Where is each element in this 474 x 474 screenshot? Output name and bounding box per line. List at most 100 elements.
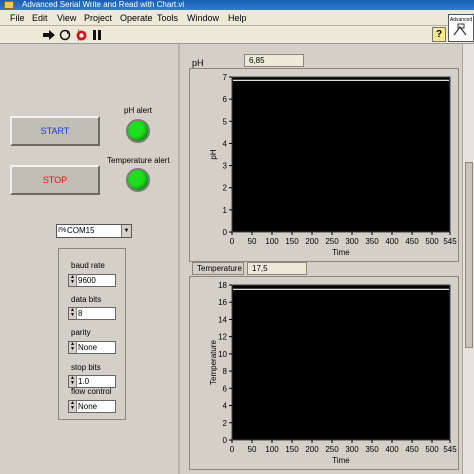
temperature-chart-x-tick-label: 250 [325,445,339,454]
vi-icon-badge: Advanced [448,14,474,42]
temperature-chart-y-tick-label: 2 [223,419,228,428]
temperature-chart-y-tick-label: 10 [218,350,227,359]
spinner-arrows-icon[interactable]: ▲ ▼ [69,376,77,387]
ph-chart-y-tick-label: 0 [223,228,228,237]
stop-bits-value: 1.0 [78,377,90,386]
temperature-chart-label: Temperature [197,264,242,273]
menu-operate[interactable]: Operate [120,12,153,24]
temperature-digital-display: 17,5 [247,262,307,275]
abort-execution-icon[interactable] [74,28,88,42]
menu-help[interactable]: Help [228,12,247,24]
temperature-chart-x-tick-label: 50 [248,445,257,454]
temperature-chart-x-tick-label: 400 [385,445,399,454]
ph-chart-x-tick-label: 500 [425,237,439,246]
vertical-scrollbar[interactable] [462,44,474,474]
context-help-button[interactable]: ? [432,27,446,42]
temperature-chart-plot: 0 2 4 6 8 10 12 14 16 18 0 50 100 150 200 250 300 350 400 4… [209,281,457,465]
ph-chart-y-tick-label: 3 [223,162,228,171]
visa-resource-icon: I% [58,227,67,234]
spinner-arrows-icon[interactable]: ▲ ▼ [69,342,77,353]
spinner-arrows-icon[interactable]: ▲ ▼ [69,275,77,286]
temperature-chart-y-tick-label: 0 [223,436,228,445]
menu-edit[interactable]: Edit [32,12,48,24]
temperature-chart-y-tick-label: 18 [218,281,227,290]
temperature-chart-x-tick-label: 200 [305,445,319,454]
menu-file[interactable]: File [10,12,25,24]
ph-chart-y-tick-label: 5 [223,117,228,126]
scroll-thumb[interactable] [465,162,473,348]
serial-port-value: COM15 [67,226,95,235]
ph-chart-x-tick-label: 450 [405,237,419,246]
baud-rate-input[interactable]: ▲ ▼ 9600 [68,274,116,287]
ph-chart-plot: 0 1 2 3 4 5 6 7 0 50 100 150 200 250 300 350 400 450 500 54… [209,73,457,257]
temperature-chart-y-tick-label: 8 [223,367,228,376]
panel-splitter[interactable] [178,44,180,474]
temperature-chart-y-tick-label: 4 [223,402,228,411]
temperature-label-box: Temperature [192,262,244,275]
ph-chart-y-tick-label: 1 [223,206,228,215]
ph-chart-x-tick-label: 150 [285,237,299,246]
temperature-chart-y-tick-label: 14 [218,315,227,324]
temperature-chart-x-tick-label: 350 [365,445,379,454]
ph-chart-y-tick-label: 6 [223,95,228,104]
serial-port-selector[interactable]: I% COM15 ▼ [56,224,132,238]
data-bits-label: data bits [71,295,102,304]
parity-value: None [78,343,98,352]
temperature-chart-x-tick-label: 545 [443,445,457,454]
toolbar: ? [0,26,474,44]
data-bits-input[interactable]: ▲ ▼ 8 [68,307,116,320]
temperature-chart-x-tick-label: 450 [405,445,419,454]
parity-selector[interactable]: ▲ ▼ None [68,341,116,354]
serial-settings-cluster: baud rate ▲ ▼ 9600 data bits ▲ ▼ 8 parity … [58,248,126,420]
window-title: Advanced Serial Write and Read with Char… [22,0,185,9]
menu-bar: File Edit View Project Operate Tools Win… [0,10,474,26]
ph-chart-label: pH [192,58,204,68]
temperature-chart-x-tick-label: 150 [285,445,299,454]
temperature-chart-y-axis-title: Temperature [209,340,218,385]
start-button[interactable]: START [10,116,100,146]
temperature-chart-y-tick-label: 12 [218,333,227,342]
ph-chart-y-tick-label: 2 [223,184,228,193]
ph-chart-y-tick-label: 4 [223,139,228,148]
temperature-alert-led [126,168,150,192]
temperature-waveform-chart[interactable]: 0 2 4 6 8 10 12 14 16 18 0 50 100 150 200 250 300 350 400 4… [189,276,459,470]
menu-project[interactable]: Project [84,12,112,24]
stop-button[interactable]: STOP [10,165,100,195]
ph-chart-x-tick-label: 100 [265,237,279,246]
ph-readout-value: 6,85 [249,56,265,65]
temperature-chart-y-tick-label: 16 [218,298,227,307]
stop-bits-label: stop bits [71,363,101,372]
parity-label: parity [71,328,91,337]
temperature-chart-x-tick-label: 0 [230,445,235,454]
ph-alert-label: pH alert [124,106,153,115]
run-arrow-icon[interactable] [42,28,56,42]
temperature-chart-y-tick-label: 6 [223,384,228,393]
ph-waveform-chart[interactable]: 0 1 2 3 4 5 6 7 0 50 100 150 200 250 300 350 400 450 500 54… [189,68,459,262]
pause-icon[interactable] [90,28,104,42]
data-bits-value: 8 [78,309,83,318]
menu-view[interactable]: View [57,12,76,24]
ph-chart-x-tick-label: 300 [345,237,359,246]
temperature-chart-x-tick-label: 300 [345,445,359,454]
ph-chart-x-tick-label: 400 [385,237,399,246]
menu-window[interactable]: Window [187,12,219,24]
run-continuously-icon[interactable] [58,28,72,42]
temperature-chart-x-tick-label: 100 [265,445,279,454]
spinner-arrows-icon[interactable]: ▲ ▼ [69,401,77,412]
serial-connector-icon [453,23,467,36]
ph-chart-y-tick-label: 7 [223,73,228,82]
ph-alert-led [126,119,150,143]
temperature-chart-x-tick-label: 500 [425,445,439,454]
ph-chart-plot-area [231,76,451,233]
title-bar: Advanced Serial Write and Read with Char… [0,0,474,10]
flow-control-value: None [78,402,98,411]
chevron-down-icon[interactable]: ▼ [121,225,131,237]
menu-tools[interactable]: Tools [157,12,178,24]
spinner-arrows-icon[interactable]: ▲ ▼ [69,308,77,319]
ph-chart-y-axis-title: pH [209,149,218,159]
flow-control-selector[interactable]: ▲ ▼ None [68,400,116,413]
ph-chart-x-tick-label: 50 [248,237,257,246]
temperature-chart-x-axis-title: Time [332,456,350,465]
ph-digital-display: 6,85 [244,54,304,67]
baud-rate-label: baud rate [71,261,105,270]
